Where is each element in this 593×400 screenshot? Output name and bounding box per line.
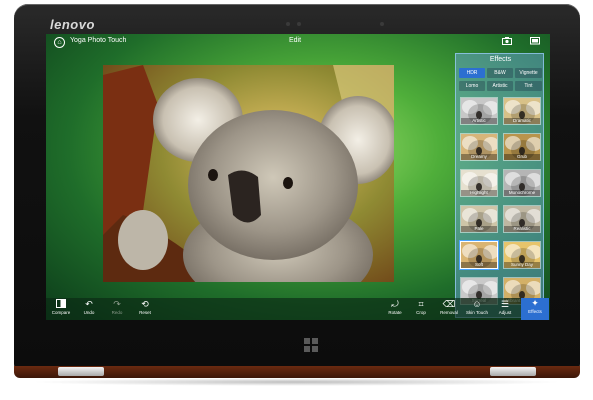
redo-label: Redo (111, 310, 123, 315)
reset-button[interactable]: ⟲ Reset (132, 299, 158, 319)
shadow (30, 378, 563, 386)
skin-touch-label: Skin Touch (466, 310, 488, 315)
redo-button[interactable]: ↷ Redo (104, 299, 130, 319)
effect-thumbnail[interactable]: Monochrome (503, 169, 541, 197)
tab-artistic[interactable]: Artistic (487, 81, 513, 91)
skin-touch-button[interactable]: ☺ Skin Touch (464, 299, 490, 319)
windows-button-icon[interactable] (304, 338, 318, 352)
adjust-button[interactable]: ☰ Adjust (492, 299, 518, 319)
effects-icon: ✦ (531, 298, 539, 308)
reset-icon: ⟲ (141, 299, 149, 309)
effect-thumbnail[interactable]: Dramatic (503, 97, 541, 125)
effect-thumbnail-label: Grub (504, 154, 540, 160)
undo-label: Undo (83, 310, 95, 315)
reset-label: Reset (139, 310, 151, 315)
rotate-icon: ⤾ (391, 299, 399, 309)
rotate-label: Rotate (388, 310, 402, 315)
home-icon[interactable]: ⌂ (54, 37, 65, 48)
app-title: Yoga Photo Touch (70, 37, 127, 44)
redo-icon: ↷ (113, 299, 121, 309)
app-top-bar: ⌂ Yoga Photo Touch Edit (46, 34, 550, 51)
camera-icon[interactable] (502, 37, 512, 45)
page-title: Edit (289, 37, 302, 44)
crop-button[interactable]: ⌗ Crop (408, 299, 434, 319)
effect-thumbnail[interactable]: Soft (460, 241, 498, 269)
brand-logo: lenovo (50, 17, 95, 32)
effect-thumbnail-label: Monochrome (504, 190, 540, 196)
effect-thumbnail-label: Pale (461, 226, 497, 232)
adjust-label: Adjust (498, 310, 512, 315)
effect-thumbnail-label: Highlight (461, 190, 497, 196)
compare-button[interactable]: Compare (48, 299, 74, 319)
skin-touch-icon: ☺ (472, 299, 482, 309)
effect-thumbnail[interactable]: Sunny Day (503, 241, 541, 269)
effect-thumbnail[interactable]: Highlight (460, 169, 498, 197)
tab-bw[interactable]: B&W (487, 68, 513, 78)
tab-tint[interactable]: Tint (515, 81, 542, 91)
compare-icon (48, 299, 74, 310)
effect-thumbnail-label: Dreamy (461, 154, 497, 160)
camera-sensor-right (380, 22, 384, 26)
effects-panel-title: Effects (489, 56, 512, 63)
rotate-button[interactable]: ⤾ Rotate (382, 299, 408, 319)
edited-photo[interactable] (103, 65, 394, 282)
effect-thumbnail-label: Dramatic (504, 118, 540, 124)
effect-thumbnail[interactable]: Artistic (460, 97, 498, 125)
hinge (14, 366, 580, 378)
crop-icon: ⌗ (418, 299, 424, 309)
compare-label: Compare (51, 310, 71, 315)
effects-panel: Effects HDR B&W Vignette Lomo Artistic T… (455, 53, 544, 318)
effect-thumbnail[interactable]: Pale (460, 205, 498, 233)
adjust-icon: ☰ (500, 299, 510, 309)
app-screen: ⌂ Yoga Photo Touch Edit Effects HDR B&W … (46, 34, 550, 320)
effect-thumbnail[interactable]: Grub (503, 133, 541, 161)
bottom-app-bar: Compare ↶ Undo ↷ Redo ⟲ Reset ⤾ Rotate ⌗… (46, 298, 550, 320)
camera-sensor-left (286, 22, 290, 26)
effect-thumbnail[interactable]: Realistic (503, 205, 541, 233)
tab-lomo[interactable]: Lomo (459, 81, 485, 91)
effects-button[interactable]: ✦ Effects (521, 298, 549, 320)
effect-thumbnail-label: Artistic (461, 118, 497, 124)
tab-vignette[interactable]: Vignette (515, 68, 542, 78)
removal-icon: ⌫ (442, 299, 456, 309)
undo-icon: ↶ (85, 299, 93, 309)
effect-thumbnail-label: Realistic (504, 226, 540, 232)
crop-label: Crop (416, 310, 426, 315)
tab-hdr[interactable]: HDR (459, 68, 485, 78)
removal-label: Removal (440, 310, 458, 315)
effect-thumbnail-label: Sunny Day (504, 262, 540, 268)
effects-label: Effects (528, 309, 542, 314)
effect-thumbnail-label: Soft (461, 262, 497, 268)
slideshow-icon[interactable] (530, 37, 540, 45)
webcam (297, 22, 301, 26)
removal-button[interactable]: ⌫ Removal (436, 299, 462, 319)
effect-thumbnail[interactable]: Dreamy (460, 133, 498, 161)
undo-button[interactable]: ↶ Undo (76, 299, 102, 319)
